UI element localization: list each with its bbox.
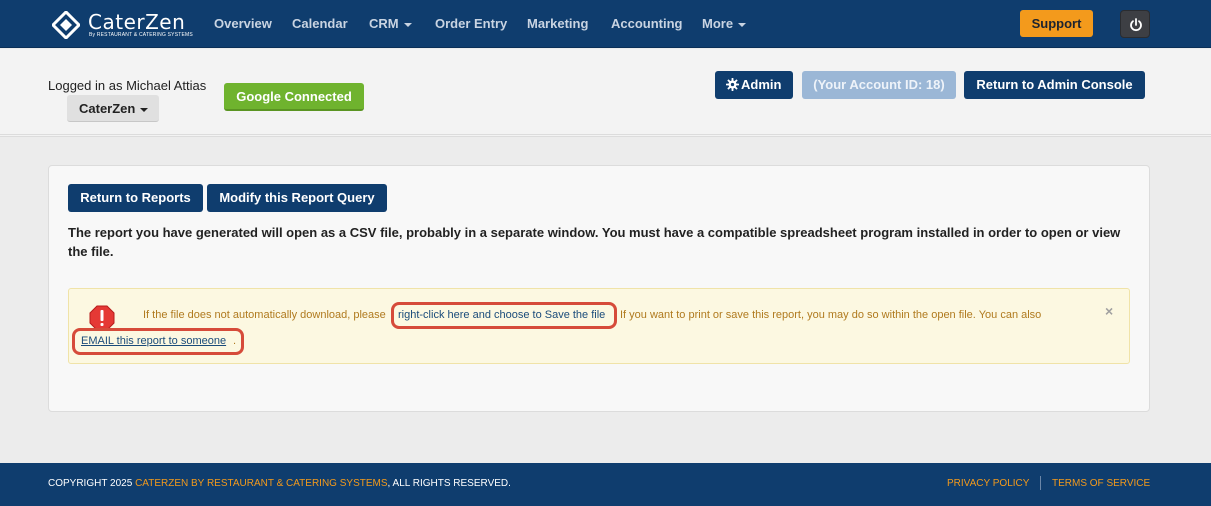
account-id-badge: (Your Account ID: 18) xyxy=(802,71,956,99)
support-button[interactable]: Support xyxy=(1020,10,1093,37)
logged-in-label: Logged in as Michael Attias xyxy=(48,78,207,93)
google-connected-button[interactable]: Google Connected xyxy=(224,83,364,111)
copyright-brand-link[interactable]: CATERZEN BY RESTAURANT & CATERING SYSTEM… xyxy=(135,478,387,489)
gear-icon xyxy=(726,78,739,91)
chevron-down-icon xyxy=(140,107,149,112)
nav-more-label: More xyxy=(702,16,734,31)
logo-diamond-icon xyxy=(52,11,80,39)
nav-marketing[interactable]: Marketing xyxy=(527,16,588,31)
copyright-prefix: COPYRIGHT 2025 xyxy=(48,478,133,489)
nav-crm[interactable]: CRM xyxy=(369,16,412,31)
footer-divider xyxy=(1040,476,1041,490)
alert-text-before: If the file does not automatically downl… xyxy=(143,309,386,321)
account-dropdown-label: CaterZen xyxy=(79,101,136,116)
close-icon[interactable]: × xyxy=(1105,303,1113,319)
return-to-reports-button[interactable]: Return to Reports xyxy=(68,184,203,212)
admin-button-label: Admin xyxy=(741,77,782,92)
alert-text-after: If you want to print or save this report… xyxy=(620,309,1042,321)
report-message: The report you have generated will open … xyxy=(68,225,1121,259)
caterzen-logo[interactable]: CaterZen By RESTAURANT & CATERING SYSTEM… xyxy=(52,9,193,41)
logo-wordmark: CaterZen xyxy=(88,10,186,34)
nav-crm-label: CRM xyxy=(369,16,399,31)
copyright-suffix: , ALL RIGHTS RESERVED. xyxy=(387,478,511,489)
power-button[interactable] xyxy=(1120,10,1150,38)
privacy-policy-link[interactable]: PRIVACY POLICY xyxy=(947,478,1029,489)
admin-button[interactable]: Admin xyxy=(715,71,793,99)
terms-of-service-link[interactable]: TERMS OF SERVICE xyxy=(1052,478,1150,489)
logo-tagline: By RESTAURANT & CATERING SYSTEMS xyxy=(89,32,193,38)
nav-calendar[interactable]: Calendar xyxy=(292,16,348,31)
nav-more[interactable]: More xyxy=(702,16,747,31)
modify-report-query-button[interactable]: Modify this Report Query xyxy=(207,184,387,212)
power-icon xyxy=(1130,18,1142,32)
highlight-save-link xyxy=(391,302,617,329)
nav-overview[interactable]: Overview xyxy=(214,16,272,31)
chevron-down-icon xyxy=(738,22,747,27)
nav-order-entry[interactable]: Order Entry xyxy=(435,16,507,31)
account-dropdown[interactable]: CaterZen xyxy=(67,95,159,122)
footer-copyright: COPYRIGHT 2025 CATERZEN BY RESTAURANT & … xyxy=(48,478,511,489)
top-navbar: CaterZen By RESTAURANT & CATERING SYSTEM… xyxy=(0,0,1211,48)
highlight-email-link xyxy=(72,328,244,355)
chevron-down-icon xyxy=(403,22,412,27)
nav-accounting[interactable]: Accounting xyxy=(611,16,683,31)
return-admin-console-button[interactable]: Return to Admin Console xyxy=(964,71,1145,99)
